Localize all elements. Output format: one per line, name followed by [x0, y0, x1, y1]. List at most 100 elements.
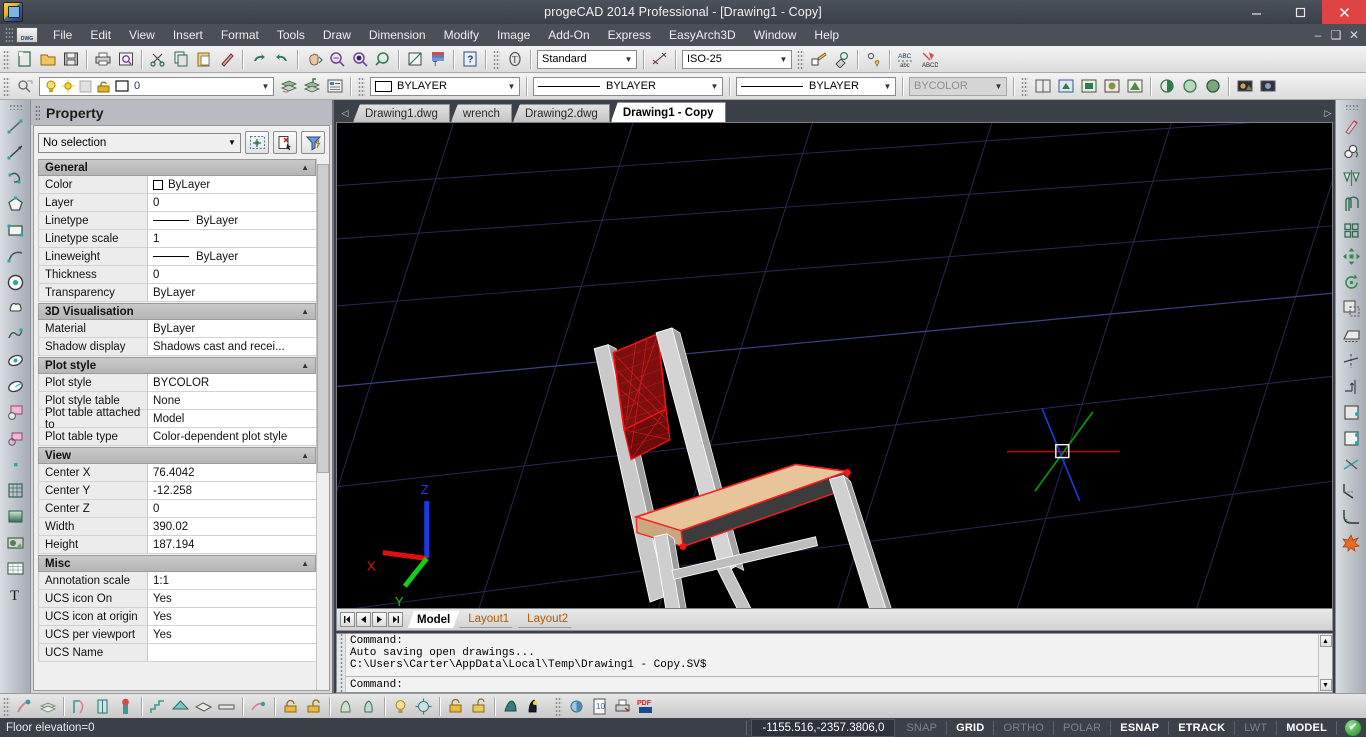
chevron-down-icon[interactable]: ▼	[707, 78, 722, 95]
layer-palette-icon[interactable]: T	[426, 48, 449, 71]
doc-close-button[interactable]: ✕	[1346, 28, 1362, 42]
close-button[interactable]	[1322, 0, 1366, 24]
status-toggle-etrack[interactable]: ETRACK	[1173, 722, 1230, 734]
property-value[interactable]: 0	[148, 194, 316, 211]
easyarch-elevation-icon[interactable]	[467, 695, 490, 717]
join-icon[interactable]	[1339, 452, 1364, 477]
print-preview-icon[interactable]	[114, 48, 137, 71]
copy-icon[interactable]	[169, 48, 192, 71]
pan-icon[interactable]	[302, 48, 325, 71]
insert-block-icon[interactable]	[3, 400, 28, 425]
property-category-3d-visualisation[interactable]: 3D Visualisation ▲	[38, 303, 316, 320]
rectangle-icon[interactable]	[3, 218, 28, 243]
view-3d-1-icon[interactable]	[1054, 75, 1077, 98]
property-value[interactable]: ByLayer	[148, 212, 316, 229]
layer-previous-icon[interactable]	[13, 75, 36, 98]
easyarch-3dview-icon[interactable]	[499, 695, 522, 717]
erase-icon[interactable]	[1339, 114, 1364, 139]
easyarch-furniture-icon[interactable]	[334, 695, 357, 717]
property-category-view[interactable]: View ▲	[38, 447, 316, 464]
command-input[interactable]: Command:	[346, 676, 1318, 692]
ellipse-arc-icon[interactable]	[3, 374, 28, 399]
layer-states-icon[interactable]	[323, 75, 346, 98]
menu-item-insert[interactable]: Insert	[164, 26, 212, 44]
text-style-icon[interactable]: T	[503, 48, 526, 71]
property-category-plot-style[interactable]: Plot style ▲	[38, 357, 316, 374]
easyarch-light-icon[interactable]	[389, 695, 412, 717]
toolbar-grip[interactable]	[555, 696, 562, 716]
plot-icon[interactable]	[611, 695, 634, 717]
layout-first-button[interactable]	[340, 612, 355, 627]
chamfer-icon[interactable]	[1339, 478, 1364, 503]
menu-item-window[interactable]: Window	[745, 26, 806, 44]
gradient-icon[interactable]	[3, 504, 28, 529]
easyarch-roof-icon[interactable]	[169, 695, 192, 717]
layout-next-button[interactable]	[372, 612, 387, 627]
text-find-icon[interactable]: ABC abc	[894, 48, 917, 71]
easyarch-beam-icon[interactable]	[215, 695, 238, 717]
revision-cloud-icon[interactable]	[3, 296, 28, 321]
hatch-icon[interactable]	[3, 478, 28, 503]
text-icon[interactable]: T	[3, 582, 28, 607]
save-icon[interactable]	[59, 48, 82, 71]
polygon-icon[interactable]	[3, 192, 28, 217]
maximize-button[interactable]	[1278, 0, 1322, 24]
rotate-icon[interactable]	[1339, 270, 1364, 295]
layout-tab-layout1[interactable]: Layout1	[459, 611, 518, 628]
doc-restore-button[interactable]: ❑	[1328, 28, 1344, 42]
menu-item-help[interactable]: Help	[805, 26, 848, 44]
property-value[interactable]: ByLayer	[148, 320, 316, 337]
easyarch-layers-icon[interactable]	[36, 695, 59, 717]
property-value[interactable]: 76.4042	[148, 464, 316, 481]
text-style-combo[interactable]: Standard ▼	[537, 49, 637, 69]
toolbar-grip[interactable]	[1021, 76, 1028, 96]
move-icon[interactable]	[1339, 244, 1364, 269]
menu-item-dimension[interactable]: Dimension	[360, 26, 435, 44]
dim-style-icon[interactable]	[648, 48, 671, 71]
new-icon[interactable]	[13, 48, 36, 71]
cut-icon[interactable]	[146, 48, 169, 71]
property-value[interactable]: Shadows cast and recei...	[148, 338, 316, 355]
match-properties-icon[interactable]	[215, 48, 238, 71]
menu-item-edit[interactable]: Edit	[81, 26, 120, 44]
menu-item-image[interactable]: Image	[488, 26, 539, 44]
lineweight-combo[interactable]: BYLAYER ▼	[736, 76, 896, 96]
paste-icon[interactable]	[192, 48, 215, 71]
toolbar-grip[interactable]	[1344, 104, 1358, 110]
viewport-icon[interactable]	[1031, 75, 1054, 98]
property-value[interactable]: BYCOLOR	[148, 374, 316, 391]
easyarch-tag-icon[interactable]	[279, 695, 302, 717]
toolbar-grip[interactable]	[358, 76, 365, 96]
property-value[interactable]: 1:1	[148, 572, 316, 589]
toolbar-grip[interactable]	[3, 49, 10, 69]
toolbar-grip[interactable]	[493, 49, 500, 69]
view-3d-4-icon[interactable]	[1123, 75, 1146, 98]
property-value[interactable]: Color-dependent plot style	[148, 428, 316, 445]
circle-icon[interactable]	[3, 270, 28, 295]
pdf-export-icon[interactable]: PDF	[634, 695, 657, 717]
table-icon[interactable]	[3, 556, 28, 581]
layout-last-button[interactable]	[388, 612, 403, 627]
property-scrollbar[interactable]	[316, 158, 329, 690]
zoom-window-icon[interactable]	[325, 48, 348, 71]
panel-grip[interactable]	[35, 104, 40, 121]
break-at-point-icon[interactable]	[1339, 400, 1364, 425]
easyarch-slab-icon[interactable]	[192, 695, 215, 717]
spell-check-icon[interactable]: ABCD	[917, 48, 940, 71]
easyarch-dim-icon[interactable]	[247, 695, 270, 717]
scroll-up-button[interactable]: ▲	[1319, 635, 1332, 647]
offset-icon[interactable]	[1339, 192, 1364, 217]
collapse-caret-icon[interactable]: ▲	[301, 361, 309, 370]
status-toggle-ortho[interactable]: ORTHO	[998, 722, 1049, 734]
model-space-canvas[interactable]: Z X Y	[337, 123, 1332, 608]
minimize-button[interactable]	[1234, 0, 1278, 24]
zoom-extents-icon[interactable]	[371, 48, 394, 71]
arc-icon[interactable]	[3, 244, 28, 269]
chevron-down-icon[interactable]: ▼	[504, 78, 519, 95]
status-toggle-snap[interactable]: SNAP	[901, 722, 942, 734]
menu-item-file[interactable]: File	[44, 26, 81, 44]
ray-icon[interactable]	[3, 140, 28, 165]
property-value[interactable]: ByLayer	[148, 248, 316, 265]
layout-tab-model[interactable]: Model	[408, 611, 459, 628]
easyarch-window-icon[interactable]	[91, 695, 114, 717]
